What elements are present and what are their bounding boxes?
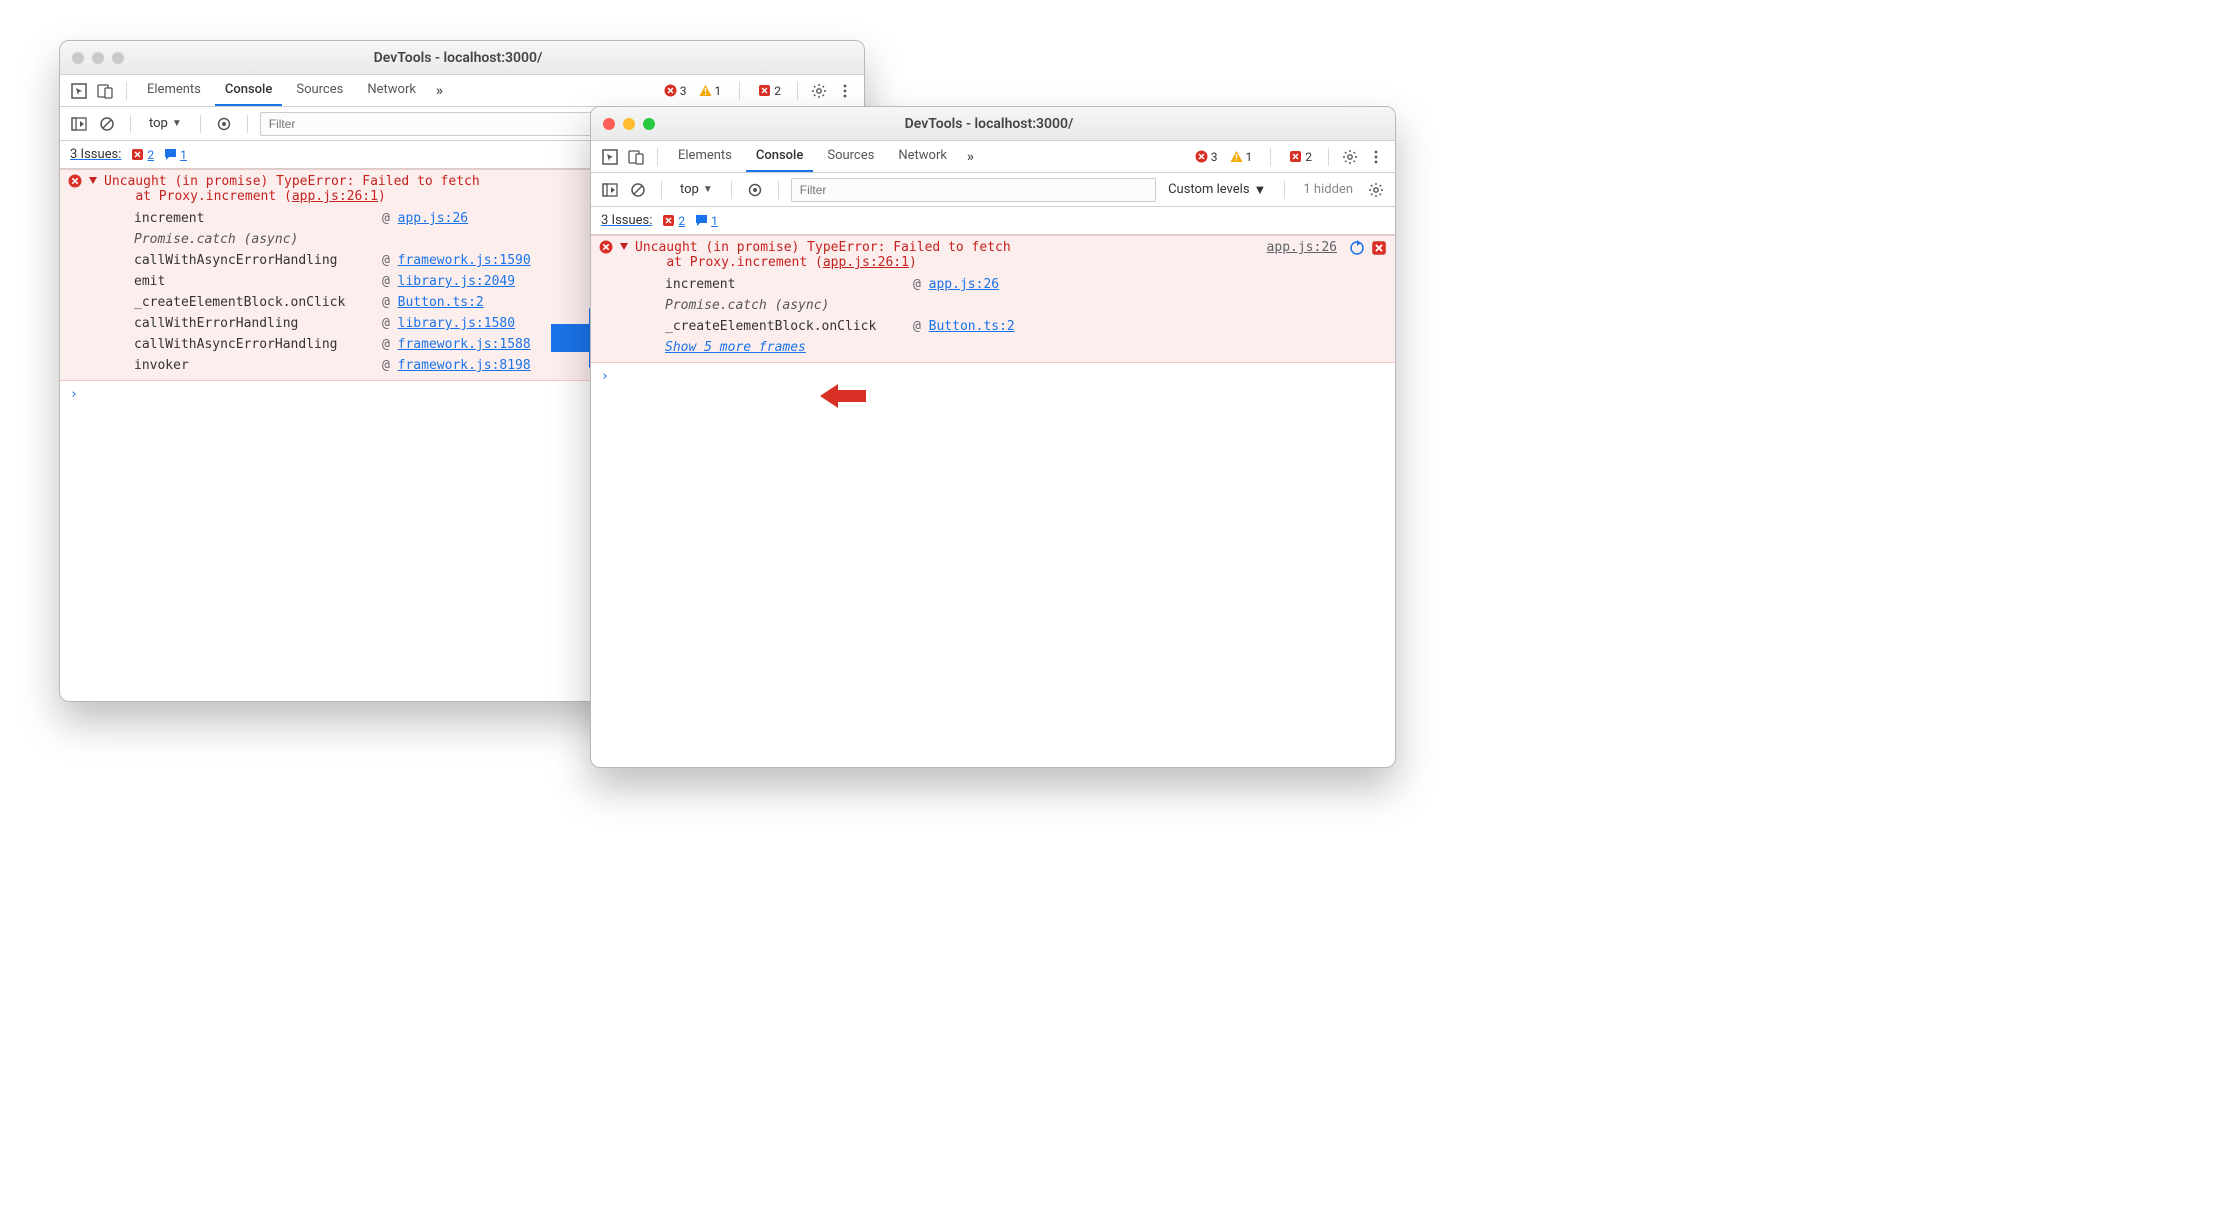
dismiss-error-icon[interactable] xyxy=(1371,240,1387,260)
stack-trace: increment@ app.js:26 Promise.catch (asyn… xyxy=(665,274,1261,358)
chevron-down-icon: ▼ xyxy=(172,118,182,129)
tab-network[interactable]: Network xyxy=(357,76,426,106)
tab-network[interactable]: Network xyxy=(888,142,957,172)
show-more-frames-link[interactable]: Show 5 more frames xyxy=(665,337,1261,358)
error-count[interactable]: 3 xyxy=(1195,150,1218,164)
tab-elements[interactable]: Elements xyxy=(137,76,211,106)
tab-console[interactable]: Console xyxy=(215,76,282,106)
highlight-arrow-icon xyxy=(820,382,866,410)
issues-flag-chip: 2 xyxy=(662,213,685,228)
tabstrip: Elements Console Sources Network » 3 1 2 xyxy=(60,75,864,107)
stack-src-link[interactable]: library.js:2049 xyxy=(398,274,515,289)
flag-count[interactable]: 2 xyxy=(1289,150,1312,164)
inspect-icon[interactable] xyxy=(599,146,621,168)
issues-link[interactable]: 3 Issues: 2 1 xyxy=(70,147,187,162)
error-title-l2-post: ) xyxy=(378,189,386,204)
minimize-dot-icon[interactable] xyxy=(623,118,635,130)
context-dropdown[interactable]: top ▼ xyxy=(143,114,188,133)
issues-bar: 3 Issues: 2 1 xyxy=(591,207,1395,235)
context-dropdown[interactable]: top ▼ xyxy=(674,180,719,199)
minimize-dot-icon[interactable] xyxy=(92,52,104,64)
issues-msg-chip: 1 xyxy=(695,213,718,228)
gear-small-icon[interactable] xyxy=(1365,179,1387,201)
tab-sources[interactable]: Sources xyxy=(817,142,884,172)
source-link[interactable]: app.js:26 xyxy=(1267,240,1337,255)
clear-console-icon[interactable] xyxy=(627,179,649,201)
kebab-icon[interactable] xyxy=(1365,146,1387,168)
error-icon xyxy=(68,174,82,188)
stack-src-link[interactable]: Button.ts:2 xyxy=(929,319,1015,334)
window-title: DevTools - localhost:3000/ xyxy=(663,116,1315,132)
titlebar[interactable]: DevTools - localhost:3000/ xyxy=(60,41,864,75)
console-prompt[interactable]: › xyxy=(591,363,1395,390)
inspect-icon[interactable] xyxy=(68,80,90,102)
device-toggle-icon[interactable] xyxy=(625,146,647,168)
error-title-l2-pre: at Proxy.increment ( xyxy=(135,189,292,204)
titlebar[interactable]: DevTools - localhost:3000/ xyxy=(591,107,1395,141)
stack-src-link[interactable]: Button.ts:2 xyxy=(398,295,484,310)
stack-src-link[interactable]: app.js:26 xyxy=(398,211,468,226)
live-expression-icon[interactable] xyxy=(744,179,766,201)
gear-icon[interactable] xyxy=(808,80,830,102)
zoom-dot-icon[interactable] xyxy=(643,118,655,130)
error-title-l2-post: ) xyxy=(909,255,917,270)
log-levels-dropdown[interactable]: Custom levels ▼ xyxy=(1162,182,1272,198)
chevron-down-icon: ▼ xyxy=(1254,182,1267,198)
error-icon xyxy=(599,240,613,254)
error-title-l2-pre: at Proxy.increment ( xyxy=(666,255,823,270)
reload-icon[interactable] xyxy=(1349,240,1365,260)
error-title-l1: Uncaught (in promise) TypeError: Failed … xyxy=(635,240,1011,255)
tabs-overflow-icon[interactable]: » xyxy=(961,149,980,165)
device-toggle-icon[interactable] xyxy=(94,80,116,102)
warning-count[interactable]: 1 xyxy=(699,84,722,98)
error-entry[interactable]: Uncaught (in promise) TypeError: Failed … xyxy=(591,235,1395,363)
stack-src-link[interactable]: framework.js:1590 xyxy=(398,253,531,268)
traffic-lights xyxy=(603,118,655,130)
stack-src-link[interactable]: framework.js:1588 xyxy=(398,337,531,352)
tabstrip: Elements Console Sources Network » 3 1 2 xyxy=(591,141,1395,173)
error-count[interactable]: 3 xyxy=(664,84,687,98)
gear-icon[interactable] xyxy=(1339,146,1361,168)
console-messages[interactable]: Uncaught (in promise) TypeError: Failed … xyxy=(591,235,1395,767)
error-title-l1: Uncaught (in promise) TypeError: Failed … xyxy=(104,174,480,189)
tabs-overflow-icon[interactable]: » xyxy=(430,83,449,99)
tab-sources[interactable]: Sources xyxy=(286,76,353,106)
close-dot-icon[interactable] xyxy=(72,52,84,64)
hidden-count[interactable]: 1 hidden xyxy=(1297,182,1359,197)
traffic-lights xyxy=(72,52,124,64)
tab-elements[interactable]: Elements xyxy=(668,142,742,172)
kebab-icon[interactable] xyxy=(834,80,856,102)
filter-input[interactable] xyxy=(791,178,1156,202)
console-toolbar: top ▼ Custom levels ▼ 1 hidden xyxy=(591,173,1395,207)
tab-console[interactable]: Console xyxy=(746,142,813,172)
disclosure-triangle-icon[interactable] xyxy=(619,240,629,250)
window-title: DevTools - localhost:3000/ xyxy=(132,50,784,66)
stack-src-link[interactable]: app.js:26 xyxy=(929,277,999,292)
devtools-window-after: DevTools - localhost:3000/ Elements Cons… xyxy=(590,106,1396,768)
stack-src-link[interactable]: framework.js:8198 xyxy=(398,358,531,373)
issues-link[interactable]: 3 Issues: 2 1 xyxy=(601,213,718,228)
clear-console-icon[interactable] xyxy=(96,113,118,135)
zoom-dot-icon[interactable] xyxy=(112,52,124,64)
sidebar-toggle-icon[interactable] xyxy=(599,179,621,201)
sidebar-toggle-icon[interactable] xyxy=(68,113,90,135)
error-loc-link[interactable]: app.js:26:1 xyxy=(292,189,378,204)
disclosure-triangle-icon[interactable] xyxy=(88,174,98,184)
stack-src-link[interactable]: library.js:1580 xyxy=(398,316,515,331)
chevron-down-icon: ▼ xyxy=(703,184,713,195)
close-dot-icon[interactable] xyxy=(603,118,615,130)
error-loc-link[interactable]: app.js:26:1 xyxy=(823,255,909,270)
warning-count[interactable]: 1 xyxy=(1230,150,1253,164)
live-expression-icon[interactable] xyxy=(213,113,235,135)
issues-msg-chip: 1 xyxy=(164,147,187,162)
flag-count[interactable]: 2 xyxy=(758,84,781,98)
issues-flag-chip: 2 xyxy=(131,147,154,162)
